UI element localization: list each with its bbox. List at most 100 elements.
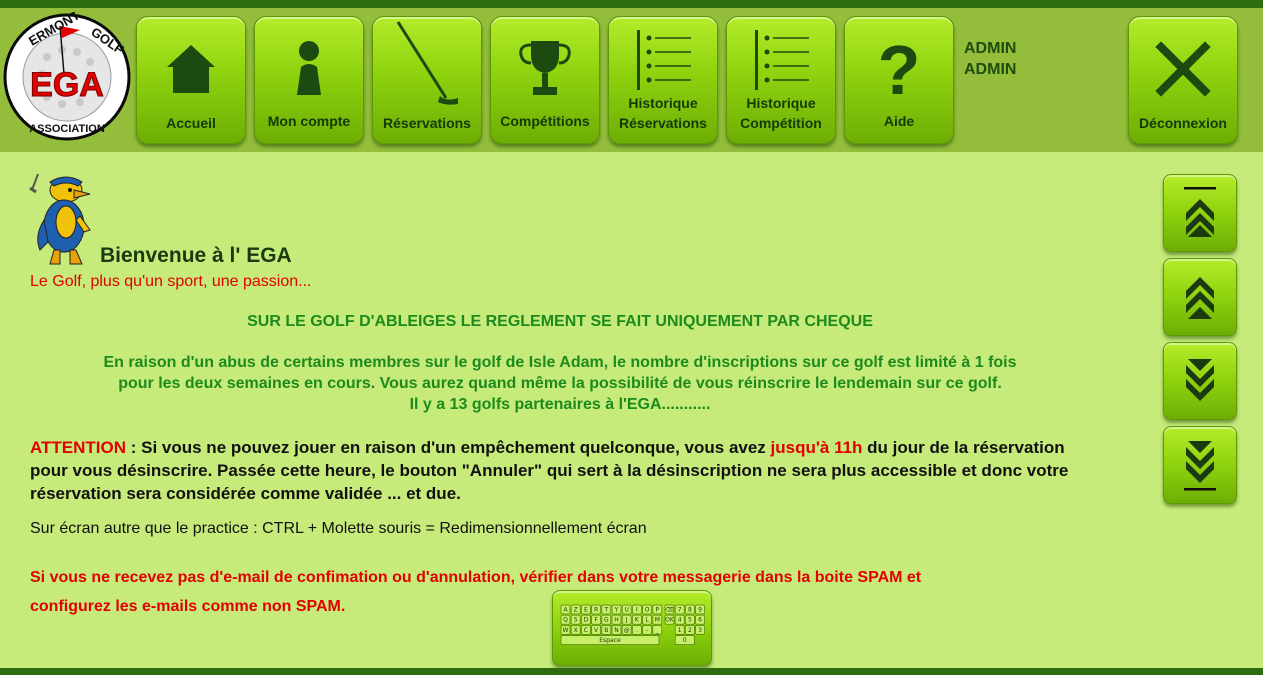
svg-text:4: 4 — [678, 617, 682, 624]
abus-notice: En raison d'un abus de certains membres … — [30, 352, 1090, 415]
keyboard-key: O — [642, 604, 652, 615]
trophy-icon — [491, 31, 599, 107]
virtual-keyboard-button[interactable]: A Z E R T Y U I O P ⌫ 7 8 9 Q S D F G H J K L M OK 4 5 6 W X C V B N @. - _ 1… — [552, 590, 712, 666]
svg-text:3: 3 — [698, 627, 702, 634]
svg-text:G: G — [604, 617, 609, 624]
keyboard-key: D — [581, 614, 591, 625]
svg-text:P: P — [655, 607, 659, 614]
nav-accueil-button[interactable]: Accueil — [136, 16, 246, 144]
svg-text:Q: Q — [563, 617, 568, 624]
keyboard-key: 4 — [674, 614, 685, 625]
close-icon — [1129, 31, 1237, 107]
scroll-up-button[interactable] — [1163, 258, 1237, 336]
nav-historique-reservations-button[interactable]: Historique Réservations — [608, 16, 718, 144]
svg-text:M: M — [655, 617, 660, 624]
keyboard-key: Z — [570, 604, 581, 615]
mascot-image — [28, 170, 96, 266]
svg-text:0: 0 — [683, 637, 687, 644]
keyboard-key: R — [591, 604, 601, 615]
svg-text:6: 6 — [698, 617, 702, 624]
keyboard-key: P — [652, 604, 663, 615]
keyboard-key: L — [642, 614, 652, 625]
scroll-down-button[interactable] — [1163, 342, 1237, 420]
keyboard-key: _ — [652, 625, 663, 635]
keyboard-key: 7 — [674, 604, 685, 615]
keyboard-key: Y — [611, 604, 622, 615]
keyboard-key: - — [642, 625, 652, 635]
svg-text:H: H — [614, 617, 619, 624]
logo-bottom-text: ASSOCIATION — [29, 123, 105, 135]
user-first-name: ADMIN — [964, 40, 1017, 57]
svg-text:N: N — [614, 627, 619, 634]
svg-text:X: X — [574, 627, 578, 634]
attention-label: ATTENTION — [30, 438, 127, 457]
scroll-bottom-button[interactable] — [1163, 426, 1237, 504]
svg-text:1: 1 — [678, 627, 682, 634]
tagline: Le Golf, plus qu'un sport, une passion..… — [30, 273, 312, 290]
top-border — [0, 0, 1263, 8]
home-icon — [137, 31, 245, 107]
svg-text:9: 9 — [698, 607, 702, 614]
keyboard-key: S — [570, 614, 581, 625]
keyboard-key: I — [632, 604, 642, 615]
welcome-title: Bienvenue à l' EGA — [100, 244, 292, 267]
spam-line-1: Si vous ne recevez pas d'e-mail de confi… — [30, 569, 922, 586]
keyboard-key: H — [611, 614, 622, 625]
keyboard-key: 5 — [685, 614, 695, 625]
keyboard-key: @ — [621, 625, 632, 635]
nav-historique-competition-line1: Historique — [746, 95, 816, 111]
keyboard-key: N — [611, 625, 622, 635]
svg-text:B: B — [604, 627, 608, 634]
ega-logo[interactable]: ERMONT GOLF EGA ASSOCIATION — [2, 7, 132, 142]
svg-text:Espace: Espace — [599, 637, 621, 644]
nav-reservations-button[interactable]: Réservations — [372, 16, 482, 144]
svg-text:Y: Y — [614, 607, 619, 614]
svg-text:T: T — [603, 607, 608, 614]
nav-competitions-button[interactable]: Compétitions — [490, 16, 600, 144]
nav-historique-competition-button[interactable]: Historique Compétition — [726, 16, 836, 144]
attention-notice: ATTENTION : Si vous ne pouvez jouer en r… — [30, 436, 1090, 505]
question-icon: ? — [845, 31, 953, 107]
user-info: ADMIN ADMIN — [964, 38, 1016, 80]
svg-text:I: I — [636, 607, 638, 614]
svg-text:D: D — [584, 617, 589, 624]
screen-resize-tip: Sur écran autre que le practice : CTRL +… — [30, 520, 647, 537]
svg-text:?: ? — [878, 36, 921, 102]
scroll-top-icon — [1184, 187, 1216, 237]
nav-aide-button[interactable]: ? Aide — [844, 16, 954, 144]
keyboard-key: C — [581, 625, 591, 635]
scroll-top-button[interactable] — [1163, 174, 1237, 252]
logout-button[interactable]: Déconnexion — [1128, 16, 1238, 144]
abus-line-3: Il y a 13 golfs partenaires à l'EGA.....… — [409, 396, 711, 413]
keyboard-key: J — [621, 614, 632, 625]
keyboard-key: V — [591, 625, 601, 635]
svg-text:7: 7 — [678, 607, 682, 614]
scroll-down-icon — [1186, 359, 1214, 401]
keyboard-key: 3 — [695, 625, 705, 635]
scroll-bottom-icon — [1184, 441, 1216, 491]
svg-text:-: - — [646, 627, 648, 634]
svg-text:2: 2 — [688, 627, 692, 634]
keyboard-key: 2 — [685, 625, 695, 635]
list-icon — [727, 23, 835, 99]
nav-historique-reservations-label: Historique Réservations — [609, 93, 717, 133]
svg-text:OK: OK — [665, 617, 675, 624]
nav-mon-compte-button[interactable]: Mon compte — [254, 16, 364, 144]
keyboard-key: A — [560, 604, 571, 615]
svg-text:U: U — [624, 607, 628, 614]
keyboard-key: B — [601, 625, 612, 635]
keyboard-key: E — [581, 604, 591, 615]
svg-text:8: 8 — [688, 607, 692, 614]
keyboard-key: 6 — [695, 614, 705, 625]
keyboard-key: K — [632, 614, 642, 625]
golf-club-icon — [373, 21, 481, 105]
attention-deadline: jusqu'à 11h — [770, 438, 863, 457]
keyboard-key: U — [621, 604, 632, 615]
svg-text:⌫: ⌫ — [664, 607, 673, 614]
keyboard-key: 8 — [685, 604, 695, 615]
svg-text:F: F — [594, 617, 598, 624]
keyboard-key: Q — [560, 614, 571, 625]
keyboard-key: T — [601, 604, 612, 615]
svg-text:C: C — [584, 627, 588, 634]
nav-mon-compte-label: Mon compte — [267, 113, 351, 129]
